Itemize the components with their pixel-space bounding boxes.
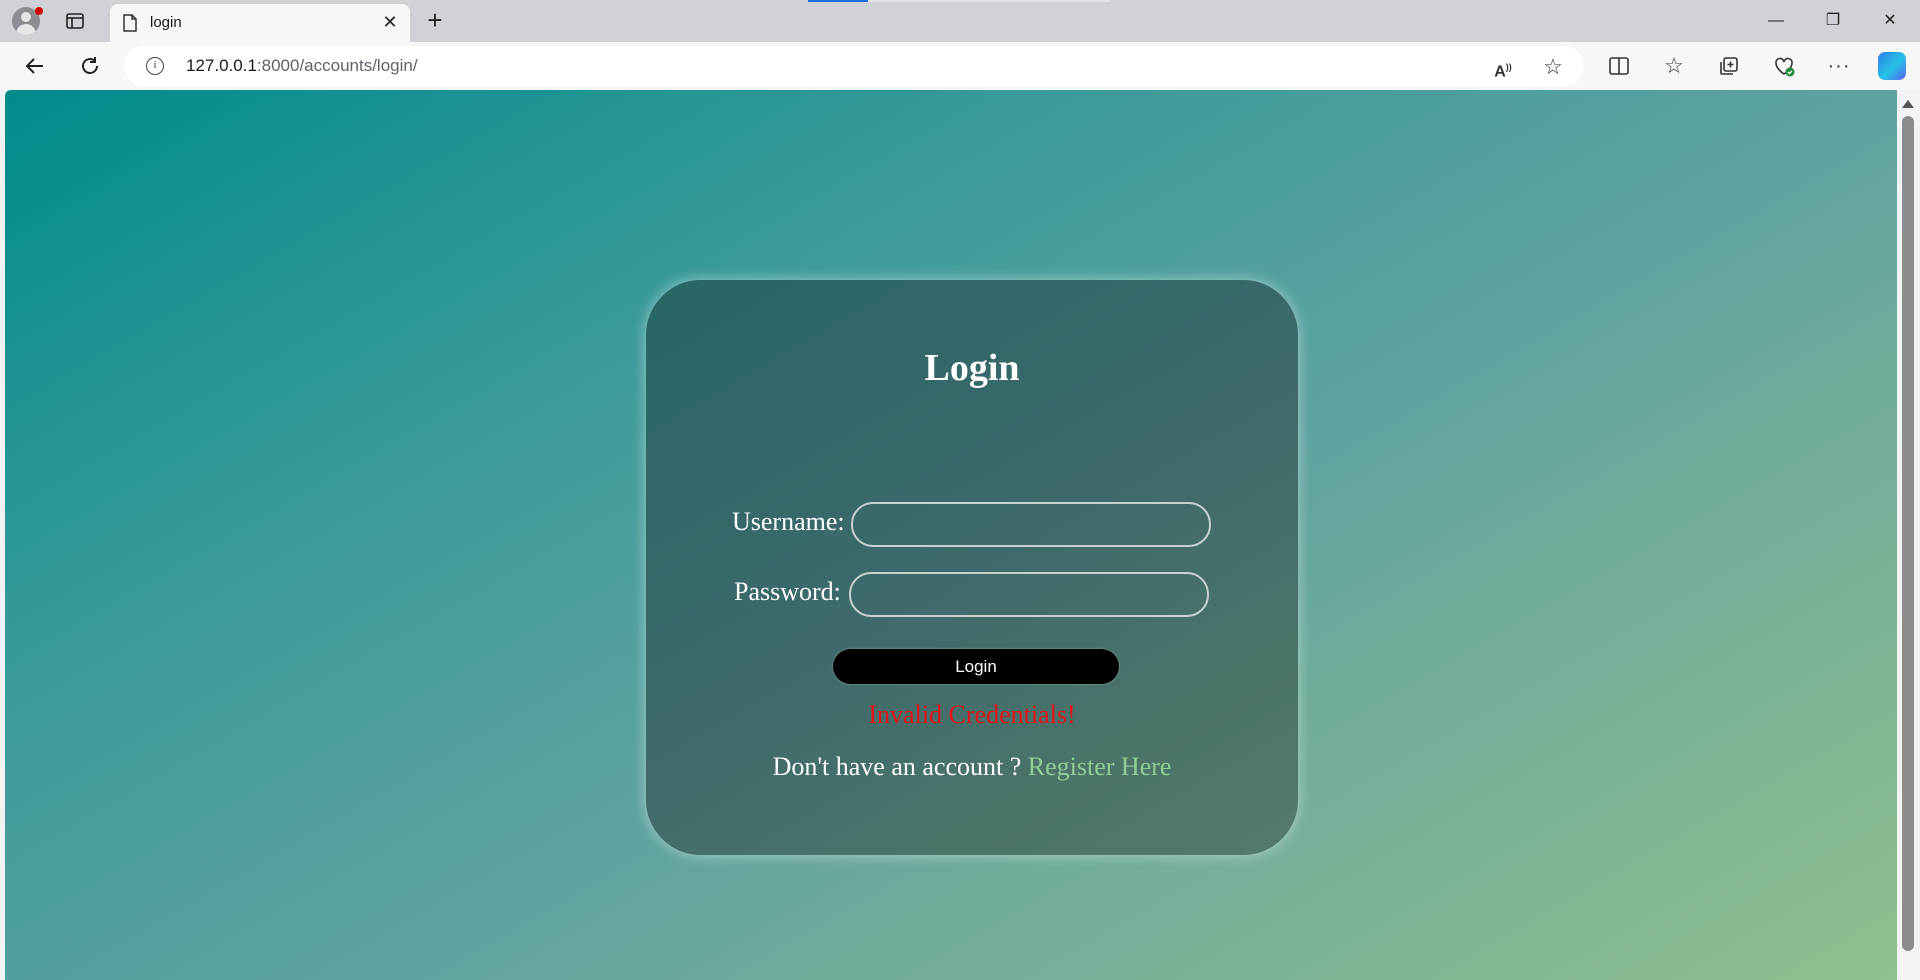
address-bar[interactable]: i 127.0.0.1:8000/accounts/login/ A)) ☆ [124, 46, 1584, 86]
login-card: Login Username: Password: Login Invalid … [646, 280, 1298, 855]
register-prompt: Don't have an account ? Register Here [646, 752, 1298, 782]
password-field[interactable] [849, 572, 1209, 617]
scrollbar-thumb[interactable] [1902, 116, 1914, 951]
more-icon[interactable]: ··· [1826, 53, 1852, 79]
register-link[interactable]: Register Here [1028, 752, 1172, 781]
copilot-icon[interactable] [1878, 52, 1906, 80]
browser-essentials-icon[interactable] [1771, 53, 1797, 79]
favorite-star-icon[interactable]: ☆ [1542, 56, 1564, 78]
username-label: Username: [732, 507, 845, 536]
page-viewport: Login Username: Password: Login Invalid … [5, 90, 1897, 980]
error-message: Invalid Credentials! [868, 700, 1076, 729]
tab-title: login [150, 14, 182, 31]
close-icon[interactable]: ✕ [380, 12, 400, 32]
tab-actions-icon[interactable] [64, 10, 86, 32]
favorites-icon[interactable]: ☆ [1661, 53, 1687, 79]
register-prompt-text: Don't have an account ? [772, 752, 1022, 781]
new-tab-icon[interactable]: + [422, 7, 448, 34]
scrollbar[interactable] [1897, 90, 1920, 980]
scroll-up-icon[interactable] [1902, 100, 1914, 108]
restore-icon[interactable]: ❐ [1813, 8, 1853, 34]
collections-icon[interactable] [1716, 53, 1742, 79]
notification-dot [35, 7, 43, 15]
address-toolbar: i 127.0.0.1:8000/accounts/login/ A)) ☆ ☆… [0, 42, 1920, 90]
refresh-icon[interactable] [76, 52, 104, 80]
password-label: Password: [734, 577, 841, 606]
login-button[interactable]: Login [833, 649, 1119, 684]
tab-strip: login ✕ + — ❐ ✕ [0, 0, 1920, 42]
tab-login[interactable]: login ✕ [110, 4, 410, 42]
page-icon [122, 14, 138, 37]
loading-bar [808, 0, 1110, 2]
back-icon[interactable] [21, 52, 49, 80]
minimize-icon[interactable]: — [1756, 8, 1796, 34]
read-aloud-icon[interactable]: A)) [1492, 56, 1514, 80]
close-window-icon[interactable]: ✕ [1870, 8, 1910, 34]
username-field[interactable] [851, 502, 1211, 547]
info-icon[interactable]: i [146, 57, 164, 75]
split-screen-icon[interactable] [1606, 53, 1632, 79]
url-text[interactable]: 127.0.0.1:8000/accounts/login/ [186, 56, 418, 76]
page-title: Login [924, 347, 1020, 389]
